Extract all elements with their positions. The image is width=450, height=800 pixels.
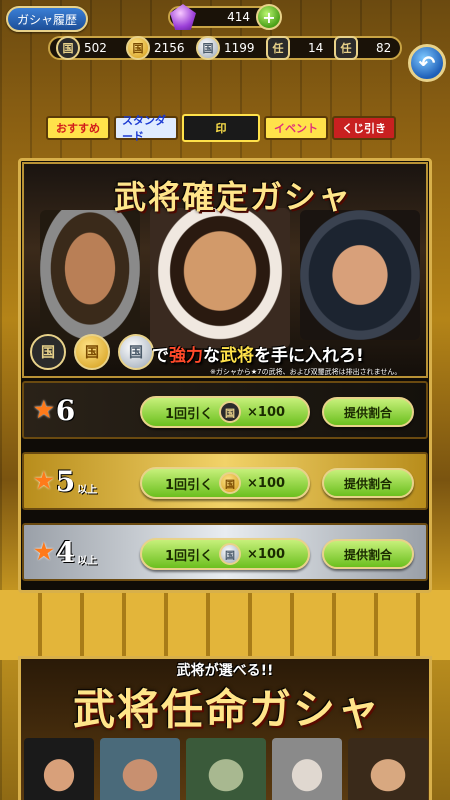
pull-cost: ×100 [247,546,286,562]
tagline-text: を手に入れろ! [254,345,364,366]
black-seal-icon: 国 [30,334,66,370]
banner-note: ※ガシャから★7の武将、および双璽武将は排出されません。 [210,368,402,376]
rarity-suffix: 以上 [77,484,98,496]
rarity-label: ★ 5 以上 [34,461,97,501]
silver-seal-icon: 国 [219,543,241,565]
tab-standard[interactable]: スタンダード [114,114,178,143]
banner-seal-icons: 国 国 国 [30,334,158,370]
pull-label: 1回引く [164,406,213,422]
back-arrow-icon: ↶ [418,51,436,75]
black-seal-icon: 国 [56,36,80,60]
back-button[interactable]: ↶ [408,44,446,82]
drop-rate-button[interactable]: 提供割合 [322,539,414,569]
general-portrait [272,738,342,800]
currency-appoint-ticket-b: 任 82 [334,34,391,62]
drop-rate-button[interactable]: 提供割合 [322,468,414,498]
banner-tagline: で 強力 な 武将 を手に入れろ! [152,340,422,366]
currency-value: 2156 [154,41,185,55]
pull-cost: ×100 [247,475,286,491]
pull-label: 1回引く [164,548,213,564]
tab-lottery[interactable]: くじ引き [332,116,396,140]
currency-black-seal: 国 502 [56,34,107,62]
appoint-ticket-icon: 任 [266,36,290,60]
general-portrait [348,738,428,800]
tab-recommended[interactable]: おすすめ [46,116,110,140]
pull-once-button[interactable]: 1回引く 国 ×100 [140,538,310,570]
general-portrait-left [40,210,140,340]
currency-value: 1199 [224,41,255,55]
rarity-label: ★ 6 [34,390,77,430]
general-portrait-right [300,210,420,340]
pull-label: 1回引く [164,477,213,493]
gacha-history-button[interactable]: ガシャ履歴 [6,6,88,32]
pull-once-button[interactable]: 1回引く 国 ×100 [140,396,310,428]
appoint-ticket-icon: 任 [334,36,358,60]
rarity-number: 4 [55,535,76,569]
tagline-text: で [152,345,169,366]
banner-title: 武将確定ガシャ [113,178,352,216]
gacha-tabs: おすすめ スタンダード 印 イベント くじ引き [46,114,396,143]
tagline-text: な [203,345,220,366]
general-portrait [186,738,266,800]
star-icon: ★ [34,468,54,494]
black-seal-icon: 国 [219,401,241,423]
currency-gold-seal: 国 2156 [126,34,185,62]
star-icon: ★ [34,397,54,423]
rarity-label: ★ 4 以上 [34,532,97,572]
currency-appoint-ticket-a: 任 14 [266,34,323,62]
rarity-number: 5 [55,464,76,498]
general-portrait [24,738,94,800]
general-portrait-center [150,208,290,348]
rarity-suffix: 以上 [77,555,98,567]
buy-gems-button[interactable]: + [256,4,282,30]
currency-value: 82 [376,41,392,55]
currency-value: 502 [84,41,107,55]
pull-cost: ×100 [247,404,286,420]
pull-once-button[interactable]: 1回引く 国 ×100 [140,467,310,499]
rarity-number: 6 [55,393,76,427]
palace-floor [0,590,450,660]
gold-seal-icon: 国 [126,36,150,60]
gold-seal-icon: 国 [74,334,110,370]
gold-seal-icon: 国 [219,472,241,494]
tab-event[interactable]: イベント [264,116,328,140]
general-portrait [100,738,180,800]
currency-silver-seal: 国 1199 [196,34,255,62]
lower-banner-title: 武将任命ガシャ [72,685,381,734]
currency-value: 14 [308,41,324,55]
tagline-text: 強力 [169,345,203,366]
drop-rate-button[interactable]: 提供割合 [322,397,414,427]
tab-seal[interactable]: 印 [182,114,260,142]
silver-seal-icon: 国 [196,36,220,60]
tagline-text: 武将 [220,345,254,366]
silver-seal-icon: 国 [118,334,154,370]
star-icon: ★ [34,539,54,565]
